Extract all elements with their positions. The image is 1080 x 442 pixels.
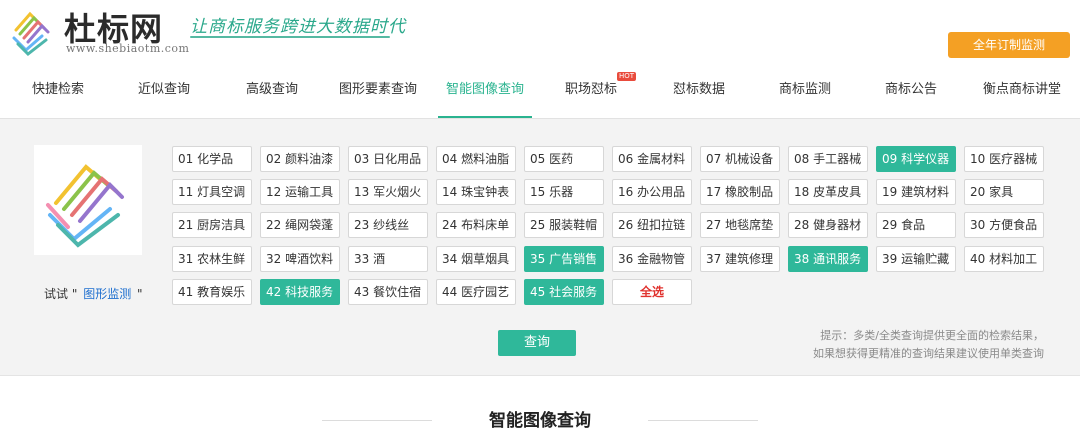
select-all-button[interactable]: 全选 <box>612 279 692 305</box>
nav-item-figure-element-search[interactable]: 图形要素查询 <box>326 68 430 118</box>
nav-item-data[interactable]: 怼标数据 <box>654 68 744 118</box>
site-header: 杜标网 www.shebiaotm.com 让商标服务跨进大数据时代 全年订制监… <box>0 0 1080 68</box>
nav-item-advanced-search[interactable]: 高级查询 <box>222 68 322 118</box>
nav-item-label: 快捷检索 <box>31 82 84 97</box>
category-option[interactable]: 06 金属材料 <box>612 146 692 172</box>
search-tip: 提示：多类/全类查询提供更全面的检索结果， 如果想获得更精准的查询结果建议使用单… <box>760 327 1044 363</box>
image-search-panel: 试试 " 图形监测 " 01 化学品 02 颜料油漆 03 日化用品 04 燃料油脂 0… <box>0 119 1080 376</box>
nav-item-workplace[interactable]: 职场怼标 HOT <box>556 68 636 118</box>
nav-item-label: 怼标数据 <box>672 82 725 97</box>
title-divider-right <box>648 420 758 421</box>
category-option[interactable]: 19 建筑材料 <box>876 179 956 205</box>
category-option[interactable]: 25 服装鞋帽 <box>524 212 604 238</box>
section-header: 智能图像查询 <box>0 376 1080 442</box>
nav-item-quick-search[interactable]: 快捷检索 <box>8 68 108 118</box>
category-option[interactable]: 09 科学仪器 <box>876 146 956 172</box>
nav-item-label: 商标公告 <box>884 82 937 97</box>
try-prefix: 试试 <box>44 287 69 301</box>
category-option[interactable]: 36 金融物管 <box>612 246 692 272</box>
quote-close: " <box>137 287 143 301</box>
category-option[interactable]: 40 材料加工 <box>964 246 1044 272</box>
category-option[interactable]: 07 机械设备 <box>700 146 780 172</box>
category-option[interactable]: 39 运输贮藏 <box>876 246 956 272</box>
figure-monitoring-link[interactable]: 图形监测 <box>83 287 131 301</box>
search-tip-line-2: 如果想获得更精准的查询结果建议使用单类查询 <box>813 347 1044 360</box>
category-option[interactable]: 18 皮革皮具 <box>788 179 868 205</box>
section-title: 智能图像查询 <box>489 411 591 431</box>
category-option[interactable]: 43 餐饮住宿 <box>348 279 428 305</box>
category-option[interactable]: 23 纱线丝 <box>348 212 428 238</box>
category-option[interactable]: 33 酒 <box>348 246 428 272</box>
logo-icon[interactable] <box>6 4 56 58</box>
category-option[interactable]: 15 乐器 <box>524 179 604 205</box>
slogan-underline <box>190 36 390 38</box>
brand-logo-icon <box>46 164 124 248</box>
category-option[interactable]: 22 绳网袋蓬 <box>260 212 340 238</box>
nav-item-label: 智能图像查询 <box>445 82 524 97</box>
category-option[interactable]: 16 办公用品 <box>612 179 692 205</box>
nav-item-smart-image-search[interactable]: 智能图像查询 <box>438 68 532 118</box>
search-tip-line-1: 提示：多类/全类查询提供更全面的检索结果， <box>820 329 1044 342</box>
upload-image-area[interactable] <box>34 145 142 255</box>
nav-item-trademark-monitoring[interactable]: 商标监测 <box>760 68 850 118</box>
category-option[interactable]: 08 手工器械 <box>788 146 868 172</box>
nav-item-similar-search[interactable]: 近似查询 <box>114 68 214 118</box>
category-option[interactable]: 05 医药 <box>524 146 604 172</box>
category-option[interactable]: 42 科技服务 <box>260 279 340 305</box>
category-option[interactable]: 13 军火烟火 <box>348 179 428 205</box>
category-option[interactable]: 10 医疗器械 <box>964 146 1044 172</box>
nav-item-label: 衡点商标讲堂 <box>982 82 1061 97</box>
category-option[interactable]: 29 食品 <box>876 212 956 238</box>
category-option[interactable]: 34 烟草烟具 <box>436 246 516 272</box>
nav-item-trademark-announcement[interactable]: 商标公告 <box>866 68 956 118</box>
category-option[interactable]: 37 建筑修理 <box>700 246 780 272</box>
query-button[interactable]: 查询 <box>498 330 576 356</box>
main-nav: 快捷检索 近似查询 高级查询 图形要素查询 智能图像查询 职场怼标 HOT 怼标数… <box>0 68 1080 119</box>
site-domain: www.shebiaotm.com <box>66 42 190 55</box>
category-option[interactable]: 11 灯具空调 <box>172 179 252 205</box>
hot-badge: HOT <box>616 72 636 81</box>
category-option[interactable]: 03 日化用品 <box>348 146 428 172</box>
nav-item-label: 图形要素查询 <box>338 82 417 97</box>
try-figure-monitoring: 试试 " 图形监测 " <box>44 285 143 302</box>
category-option[interactable]: 02 颜料油漆 <box>260 146 340 172</box>
category-option[interactable]: 35 广告销售 <box>524 246 604 272</box>
category-option[interactable]: 45 社会服务 <box>524 279 604 305</box>
category-option[interactable]: 17 橡胶制品 <box>700 179 780 205</box>
category-option[interactable]: 14 珠宝钟表 <box>436 179 516 205</box>
annual-monitoring-button[interactable]: 全年订制监测 <box>948 32 1070 58</box>
nav-item-label: 商标监测 <box>778 82 831 97</box>
category-option[interactable]: 26 纽扣拉链 <box>612 212 692 238</box>
site-slogan: 让商标服务跨进大数据时代 <box>190 17 406 37</box>
nav-item-trademark-lecture[interactable]: 衡点商标讲堂 <box>972 68 1072 118</box>
category-option[interactable]: 38 通讯服务 <box>788 246 868 272</box>
category-option[interactable]: 04 燃料油脂 <box>436 146 516 172</box>
category-option[interactable]: 20 家具 <box>964 179 1044 205</box>
category-option[interactable]: 12 运输工具 <box>260 179 340 205</box>
quote-open: " <box>71 287 78 301</box>
category-option[interactable]: 28 健身器材 <box>788 212 868 238</box>
category-option[interactable]: 21 厨房洁具 <box>172 212 252 238</box>
category-option[interactable]: 31 农林生鲜 <box>172 246 252 272</box>
category-option[interactable]: 44 医疗园艺 <box>436 279 516 305</box>
nav-item-label: 职场怼标 <box>564 82 617 97</box>
category-option[interactable]: 41 教育娱乐 <box>172 279 252 305</box>
category-option[interactable]: 24 布料床单 <box>436 212 516 238</box>
category-option[interactable]: 27 地毯席垫 <box>700 212 780 238</box>
nav-item-label: 近似查询 <box>137 82 190 97</box>
category-option[interactable]: 32 啤酒饮料 <box>260 246 340 272</box>
category-option[interactable]: 30 方便食品 <box>964 212 1044 238</box>
category-option[interactable]: 01 化学品 <box>172 146 252 172</box>
nav-item-label: 高级查询 <box>245 82 298 97</box>
